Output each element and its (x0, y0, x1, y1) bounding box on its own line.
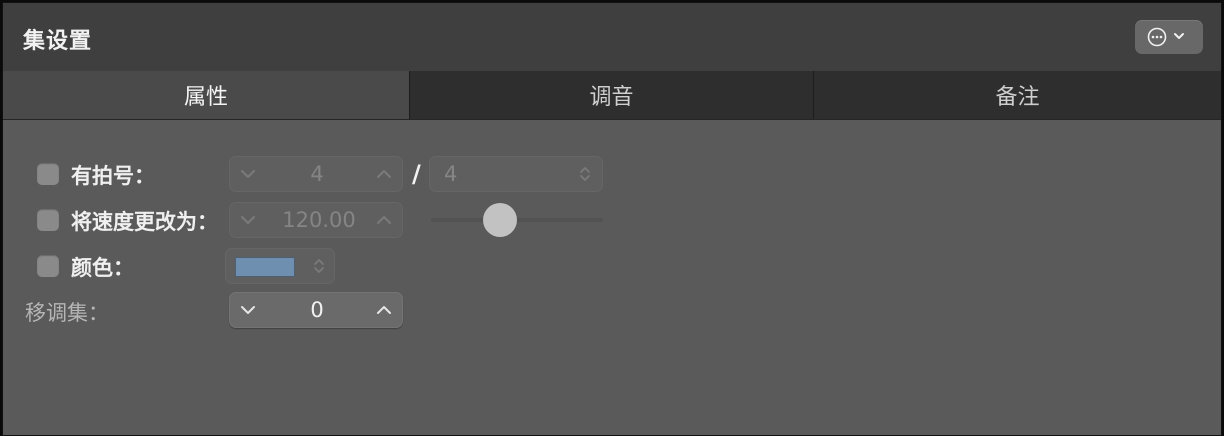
ellipsis-circle-icon (1147, 27, 1184, 47)
time-signature-label: 有拍号： (71, 164, 155, 188)
time-signature-separator: / (412, 160, 421, 188)
updown-chevron-icon[interactable] (578, 165, 592, 183)
color-popup[interactable] (225, 248, 335, 284)
more-options-button[interactable] (1135, 20, 1203, 54)
chevron-down-icon[interactable] (240, 168, 256, 180)
tab-tuning[interactable]: 调音 (409, 71, 813, 119)
color-swatch (235, 257, 295, 277)
tempo-slider-track[interactable] (431, 218, 603, 222)
numerator-value[interactable]: 4 (270, 157, 364, 191)
chevron-up-icon[interactable] (376, 214, 392, 226)
denominator-popup[interactable]: 4 (429, 156, 603, 192)
time-signature-checkbox[interactable] (37, 163, 59, 185)
denominator-value[interactable]: 4 (444, 157, 464, 191)
chevron-down-icon[interactable] (240, 214, 256, 226)
numerator-stepper[interactable]: 4 (229, 156, 403, 192)
chevron-down-icon[interactable] (240, 304, 256, 316)
tempo-stepper[interactable]: 120.00 (229, 202, 403, 238)
color-label: 颜色： (71, 256, 134, 280)
updown-chevron-icon[interactable] (312, 257, 326, 275)
chevron-up-icon[interactable] (376, 168, 392, 180)
transpose-stepper[interactable]: 0 (229, 292, 403, 328)
window-header: 集设置 (3, 3, 1221, 71)
color-checkbox[interactable] (37, 255, 59, 277)
tempo-slider-knob[interactable] (483, 203, 517, 237)
chevron-up-icon[interactable] (376, 304, 392, 316)
transpose-label: 移调集： (25, 301, 109, 325)
tab-properties[interactable]: 属性 (3, 71, 409, 119)
tempo-label: 将速度更改为： (71, 210, 218, 234)
tab-bar: 属性 调音 备注 (3, 71, 1221, 120)
transpose-value[interactable]: 0 (270, 293, 364, 327)
properties-panel: 有拍号： 4 / 4 将速度更改为： 120.00 颜色： 移调集： 0 (3, 120, 1221, 435)
window-title: 集设置 (23, 29, 93, 54)
tab-notes[interactable]: 备注 (813, 71, 1221, 119)
set-settings-window: 集设置 属性 调音 备注 有拍号： 4 / 4 将速度更改为： 120.00 颜… (2, 2, 1222, 436)
tempo-value[interactable]: 120.00 (266, 203, 372, 237)
tempo-checkbox[interactable] (37, 209, 59, 231)
